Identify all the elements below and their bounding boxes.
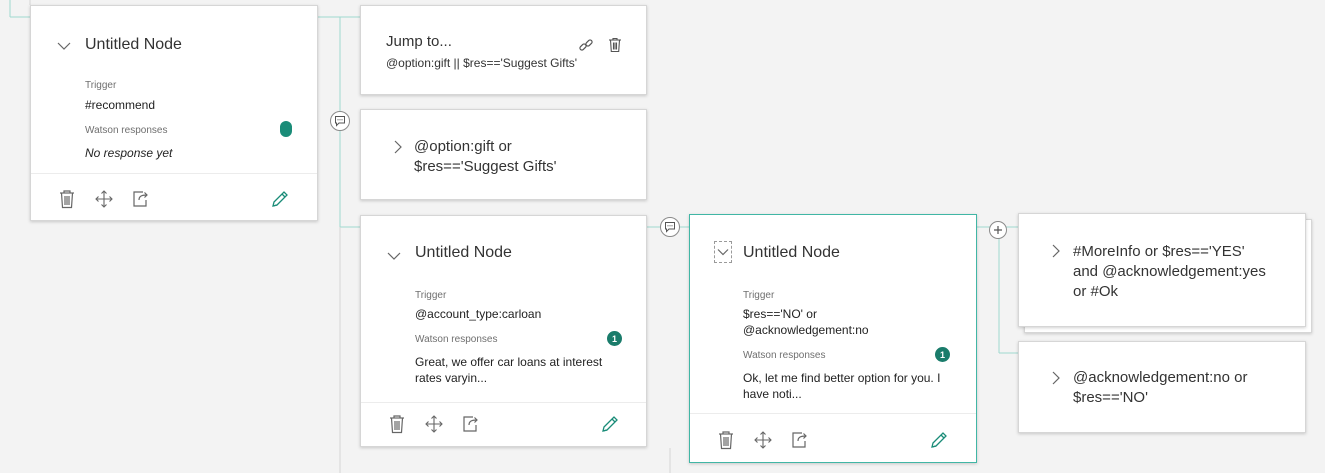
node-card-carloan[interactable]: Untitled Node Trigger @account_type:carl… xyxy=(360,215,647,447)
trigger-value: @account_type:carloan xyxy=(415,307,542,321)
trigger-value: @acknowledgement:no xyxy=(743,323,869,337)
node-condition-line: @acknowledgement:no or xyxy=(1073,369,1248,386)
chevron-right-icon[interactable] xyxy=(1049,371,1063,385)
trash-icon[interactable] xyxy=(604,34,626,56)
trigger-value: $res=='NO' or xyxy=(743,307,817,321)
pencil-icon[interactable] xyxy=(599,413,621,435)
jump-to-icon[interactable] xyxy=(130,188,152,210)
jump-to-icon[interactable] xyxy=(460,413,482,435)
link-icon[interactable] xyxy=(575,34,597,56)
node-card-moreinfo[interactable]: #MoreInfo or $res=='YES' and @acknowledg… xyxy=(1018,213,1306,327)
plus-icon[interactable] xyxy=(989,221,1007,239)
chevron-right-icon[interactable] xyxy=(391,140,405,154)
responses-value: No response yet xyxy=(85,146,173,160)
trigger-label: Trigger xyxy=(85,80,117,91)
card-divider xyxy=(361,402,646,403)
jump-to-card[interactable]: Jump to... @option:gift || $res=='Sugges… xyxy=(360,5,647,95)
move-icon[interactable] xyxy=(752,429,774,451)
card-divider xyxy=(31,173,317,174)
responses-label: Watson responses xyxy=(743,350,826,361)
chevron-down-icon[interactable] xyxy=(387,249,401,263)
jump-to-title: Jump to... xyxy=(386,33,452,50)
chevron-down-icon[interactable] xyxy=(714,241,732,263)
node-card-res-no[interactable]: Untitled Node Trigger $res=='NO' or @ack… xyxy=(689,214,977,463)
response-status-badge xyxy=(280,121,292,137)
move-icon[interactable] xyxy=(423,413,445,435)
node-title: Untitled Node xyxy=(415,244,512,261)
response-preview: Great, we offer car loans at interest xyxy=(415,355,603,369)
response-preview: rates varyin... xyxy=(415,371,488,385)
speech-bubble-icon[interactable] xyxy=(660,217,680,237)
node-condition-line: @option:gift or xyxy=(414,138,512,155)
pencil-icon[interactable] xyxy=(269,188,291,210)
dialog-canvas: Untitled Node Trigger #recommend Watson … xyxy=(0,0,1325,473)
node-card-ack-no[interactable]: @acknowledgement:no or $res=='NO' xyxy=(1018,341,1306,433)
node-card-gift[interactable]: @option:gift or $res=='Suggest Gifts' xyxy=(360,109,647,200)
responses-label: Watson responses xyxy=(415,334,498,345)
trigger-label: Trigger xyxy=(743,290,775,301)
node-title: Untitled Node xyxy=(85,36,182,53)
trigger-value: #recommend xyxy=(85,98,156,112)
speech-bubble-icon[interactable] xyxy=(330,111,350,131)
node-condition-line: $res=='NO' xyxy=(1073,389,1148,406)
jump-to-condition: @option:gift || $res=='Suggest Gifts' xyxy=(386,56,578,70)
chevron-down-icon[interactable] xyxy=(57,39,71,53)
trash-icon[interactable] xyxy=(386,413,408,435)
response-count-badge: 1 xyxy=(935,347,950,362)
trigger-label: Trigger xyxy=(415,290,447,301)
node-condition-line: and @acknowledgement:yes xyxy=(1073,263,1266,280)
response-count-badge: 1 xyxy=(607,331,622,346)
response-preview: Ok, let me find better option for you. I xyxy=(743,371,941,385)
jump-to-icon[interactable] xyxy=(789,429,811,451)
node-condition-line: #MoreInfo or $res=='YES' xyxy=(1073,243,1245,260)
move-icon[interactable] xyxy=(93,188,115,210)
chevron-right-icon[interactable] xyxy=(1049,244,1063,258)
node-condition-line: $res=='Suggest Gifts' xyxy=(414,158,557,175)
node-condition-line: or #Ok xyxy=(1073,283,1119,300)
pencil-icon[interactable] xyxy=(928,429,950,451)
trash-icon[interactable] xyxy=(56,188,78,210)
node-title: Untitled Node xyxy=(743,244,840,261)
node-card-recommend[interactable]: Untitled Node Trigger #recommend Watson … xyxy=(30,5,318,221)
trash-icon[interactable] xyxy=(715,429,737,451)
card-divider xyxy=(690,413,976,414)
responses-label: Watson responses xyxy=(85,125,168,136)
response-preview: have noti... xyxy=(743,387,802,401)
